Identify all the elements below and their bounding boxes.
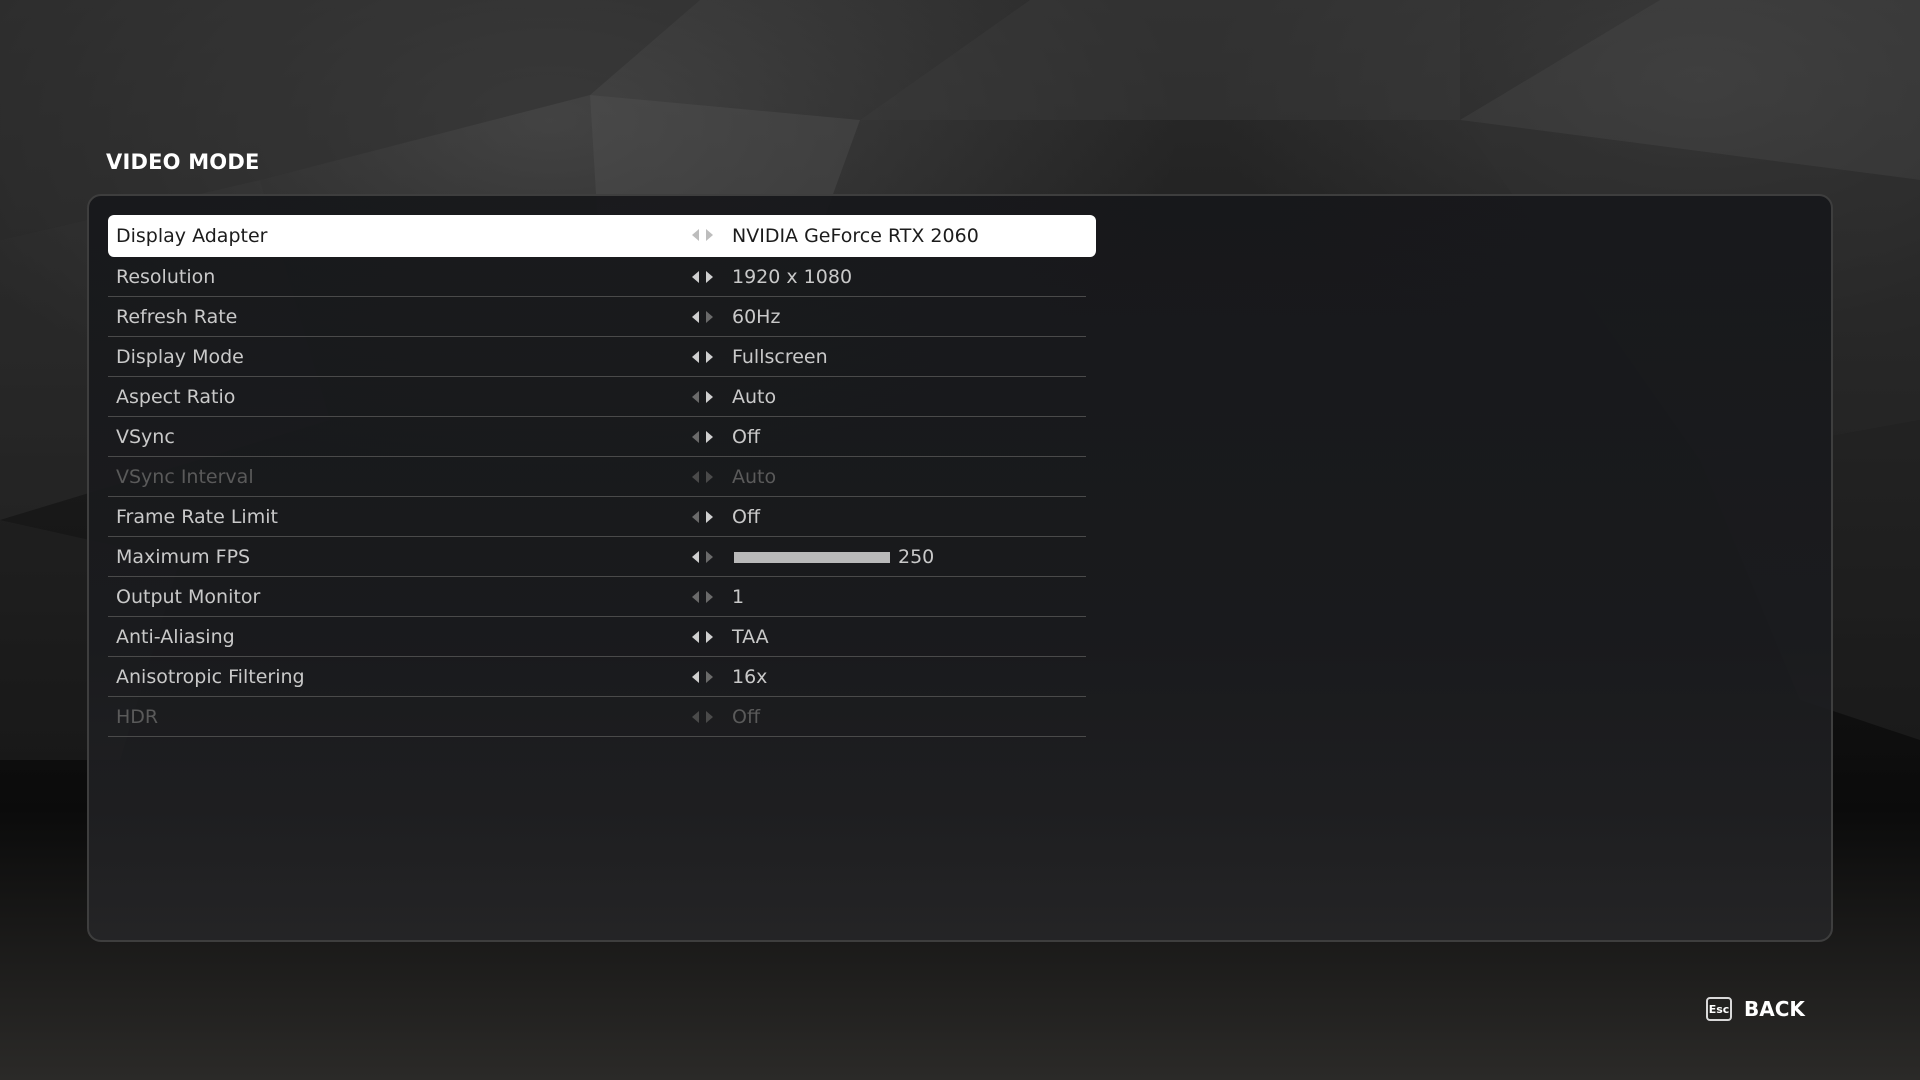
arrow-right-icon[interactable] — [706, 511, 713, 523]
setting-value: Fullscreen — [732, 346, 828, 368]
value-arrows — [692, 551, 718, 563]
setting-value: 16x — [732, 666, 768, 688]
setting-label: Display Mode — [116, 346, 244, 368]
arrow-left-icon[interactable] — [692, 671, 699, 683]
setting-value: TAA — [732, 626, 769, 648]
page-title: VIDEO MODE — [106, 150, 260, 174]
arrow-right-icon[interactable] — [706, 551, 713, 563]
esc-key-icon: Esc — [1706, 997, 1732, 1021]
setting-value: NVIDIA GeForce RTX 2060 — [732, 225, 979, 247]
arrow-left-icon — [692, 471, 699, 483]
value-arrows — [692, 271, 718, 283]
arrow-left-icon[interactable] — [692, 631, 699, 643]
setting-row-vsync[interactable]: VSync Off — [108, 417, 1086, 457]
setting-value: 60Hz — [732, 306, 781, 328]
back-label: BACK — [1744, 997, 1805, 1021]
setting-row-frame-rate-limit[interactable]: Frame Rate Limit Off — [108, 497, 1086, 537]
value-arrows — [692, 391, 718, 403]
settings-list: Display Adapter NVIDIA GeForce RTX 2060 Re… — [108, 215, 1096, 737]
setting-label: Refresh Rate — [116, 306, 238, 328]
arrow-right-icon[interactable] — [706, 391, 713, 403]
setting-label: Maximum FPS — [116, 546, 251, 568]
arrow-left-icon[interactable] — [692, 591, 699, 603]
setting-label: Display Adapter — [116, 225, 268, 247]
arrow-right-icon[interactable] — [706, 631, 713, 643]
value-arrows — [692, 511, 718, 523]
fps-slider-fill — [734, 552, 890, 563]
value-arrows — [692, 591, 718, 603]
arrow-right-icon[interactable] — [706, 271, 713, 283]
arrow-left-icon[interactable] — [692, 229, 699, 241]
arrow-left-icon — [692, 711, 699, 723]
arrow-left-icon[interactable] — [692, 431, 699, 443]
setting-row-vsync-interval: VSync Interval Auto — [108, 457, 1086, 497]
setting-row-display-adapter[interactable]: Display Adapter NVIDIA GeForce RTX 2060 — [108, 215, 1096, 257]
setting-value: Auto — [732, 386, 777, 408]
setting-row-maximum-fps[interactable]: Maximum FPS 250 — [108, 537, 1086, 577]
arrow-right-icon[interactable] — [706, 431, 713, 443]
setting-label: VSync — [116, 426, 175, 448]
arrow-right-icon[interactable] — [706, 311, 713, 323]
arrow-left-icon[interactable] — [692, 271, 699, 283]
setting-label: Anisotropic Filtering — [116, 666, 305, 688]
value-arrows — [692, 431, 718, 443]
setting-row-resolution[interactable]: Resolution 1920 x 1080 — [108, 257, 1086, 297]
setting-value: Off — [732, 506, 761, 528]
setting-row-display-mode[interactable]: Display Mode Fullscreen — [108, 337, 1086, 377]
setting-value: Off — [732, 706, 761, 728]
setting-row-output-monitor[interactable]: Output Monitor 1 — [108, 577, 1086, 617]
setting-label: Aspect Ratio — [116, 386, 236, 408]
value-arrows — [692, 711, 718, 723]
setting-row-refresh-rate[interactable]: Refresh Rate 60Hz — [108, 297, 1086, 337]
back-button[interactable]: Esc BACK — [1706, 995, 1805, 1023]
fps-slider[interactable] — [734, 552, 890, 563]
setting-label: Anti-Aliasing — [116, 626, 235, 648]
arrow-right-icon[interactable] — [706, 229, 713, 241]
arrow-right-icon[interactable] — [706, 671, 713, 683]
arrow-left-icon[interactable] — [692, 391, 699, 403]
value-arrows — [692, 671, 718, 683]
setting-row-anisotropic-filtering[interactable]: Anisotropic Filtering 16x — [108, 657, 1086, 697]
setting-row-hdr: HDR Off — [108, 697, 1086, 737]
setting-value: 250 — [898, 546, 935, 568]
arrow-left-icon[interactable] — [692, 511, 699, 523]
arrow-right-icon — [706, 711, 713, 723]
arrow-left-icon[interactable] — [692, 311, 699, 323]
arrow-left-icon[interactable] — [692, 351, 699, 363]
setting-value: Off — [732, 426, 761, 448]
setting-label: Output Monitor — [116, 586, 261, 608]
arrow-right-icon[interactable] — [706, 591, 713, 603]
value-arrows — [692, 229, 718, 241]
setting-value: 1 — [732, 586, 745, 608]
setting-label: HDR — [116, 706, 159, 728]
setting-row-aspect-ratio[interactable]: Aspect Ratio Auto — [108, 377, 1086, 417]
value-arrows — [692, 471, 718, 483]
setting-label: Frame Rate Limit — [116, 506, 278, 528]
value-arrows — [692, 631, 718, 643]
arrow-left-icon[interactable] — [692, 551, 699, 563]
setting-label: Resolution — [116, 266, 216, 288]
setting-label: VSync Interval — [116, 466, 254, 488]
setting-value: 1920 x 1080 — [732, 266, 853, 288]
setting-row-anti-aliasing[interactable]: Anti-Aliasing TAA — [108, 617, 1086, 657]
setting-value: Auto — [732, 466, 777, 488]
settings-panel: Display Adapter NVIDIA GeForce RTX 2060 Re… — [87, 194, 1833, 942]
arrow-right-icon — [706, 471, 713, 483]
value-arrows — [692, 351, 718, 363]
arrow-right-icon[interactable] — [706, 351, 713, 363]
value-arrows — [692, 311, 718, 323]
